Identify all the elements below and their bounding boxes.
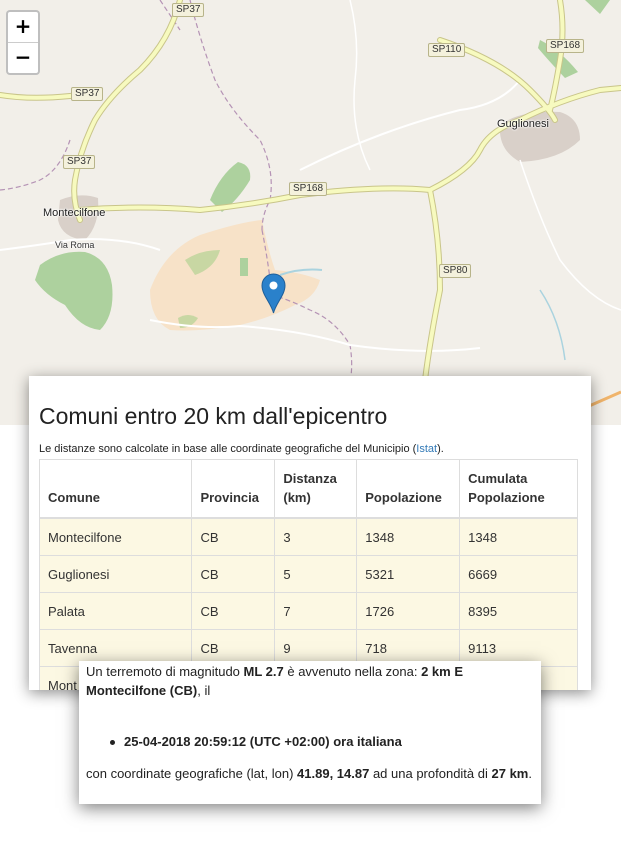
header-distanza: Distanza (km) [274, 459, 358, 519]
cell-cumulata: 8395 [459, 592, 578, 630]
cell-popolazione: 1726 [356, 592, 461, 630]
header-comune: Comune [38, 459, 193, 519]
cell-comune: Montecilfone [38, 517, 193, 556]
earthquake-info-card: Un terremoto di magnitudo ML 2.7 è avven… [79, 661, 541, 804]
forest-area [35, 251, 113, 330]
street-label: Via Roma [55, 240, 95, 250]
datetime-value: 25-04-2018 20:59:12 (UTC +02:00) ora ita… [124, 734, 402, 749]
road-label: SP37 [63, 155, 96, 169]
road-label: SP37 [172, 3, 205, 17]
cell-provincia: CB [191, 555, 276, 593]
epicenter-marker-icon[interactable] [261, 273, 286, 314]
quake-summary: Un terremoto di magnitudo ML 2.7 è avven… [86, 662, 533, 700]
forest-area [240, 258, 248, 276]
road-label: SP37 [71, 87, 104, 101]
distance-note: Le distanze sono calcolate in base alle … [39, 443, 444, 455]
cell-popolazione: 1348 [356, 517, 461, 556]
note-end: ). [437, 443, 444, 455]
forest-area [585, 0, 610, 14]
table-row: Montecilfone CB 3 1348 1348 [38, 517, 578, 556]
header-cumulata: Cumulata Popolazione [459, 459, 578, 519]
cell-cumulata: 6669 [459, 555, 578, 593]
table-row: Guglionesi CB 5 5321 6669 [38, 555, 578, 593]
cell-provincia: CB [191, 517, 276, 556]
cell-distanza: 5 [274, 555, 358, 593]
town-label-guglionesi: Guglionesi [497, 118, 549, 130]
datetime-list-item: 25-04-2018 20:59:12 (UTC +02:00) ora ita… [110, 734, 402, 749]
bullet-icon [110, 740, 115, 746]
istat-link[interactable]: Istat [416, 443, 437, 455]
cell-provincia: CB [191, 592, 276, 630]
coords-text: . [528, 766, 532, 781]
magnitude-value: ML 2.7 [243, 664, 284, 679]
table-header-row: Comune Provincia Distanza (km) Popolazio… [38, 459, 578, 519]
coords-text: con coordinate geografiche (lat, lon) [86, 766, 298, 781]
quake-coordinates: con coordinate geografiche (lat, lon) 41… [86, 764, 533, 783]
depth-value: 27 km [491, 766, 529, 781]
summary-text: Un terremoto di magnitudo [86, 664, 244, 679]
zoom-in-button[interactable]: + [8, 12, 38, 42]
summary-text: , il [197, 683, 211, 698]
road-label: SP110 [428, 43, 466, 57]
summary-text: è avvenuto nella zona: [283, 664, 422, 679]
cell-comune: Palata [38, 592, 193, 630]
table-row: Palata CB 7 1726 8395 [38, 592, 578, 630]
cell-cumulata: 1348 [459, 517, 578, 556]
coords-text: ad una profondità di [369, 766, 492, 781]
cell-popolazione: 5321 [356, 555, 461, 593]
road-label: SP168 [546, 39, 585, 53]
municipalities-table: Comune Provincia Distanza (km) Popolazio… [38, 459, 578, 690]
municipality-area [150, 220, 320, 331]
zoom-out-button[interactable]: − [8, 42, 38, 73]
cell-distanza: 3 [274, 517, 358, 556]
zoom-control: + − [6, 10, 40, 75]
lon-value: 14.87 [336, 766, 370, 781]
header-provincia: Provincia [191, 459, 276, 519]
cell-comune: Guglionesi [38, 555, 193, 593]
cell-distanza: 7 [274, 592, 358, 630]
coords-separator: , [329, 766, 337, 781]
nearby-municipalities-panel: Comuni entro 20 km dall'epicentro Le dis… [29, 376, 591, 690]
road-label: SP168 [289, 182, 328, 196]
road-label: SP80 [439, 264, 472, 278]
lat-value: 41.89 [297, 766, 330, 781]
town-label-montecilfone: Montecilfone [43, 207, 106, 219]
note-text: Le distanze sono calcolate in base alle … [39, 443, 417, 455]
panel-title: Comuni entro 20 km dall'epicentro [39, 403, 388, 429]
header-popolazione: Popolazione [356, 459, 461, 519]
map[interactable]: + − SP37 SP37 SP37 SP110 SP168 SP168 SP8… [0, 0, 621, 425]
